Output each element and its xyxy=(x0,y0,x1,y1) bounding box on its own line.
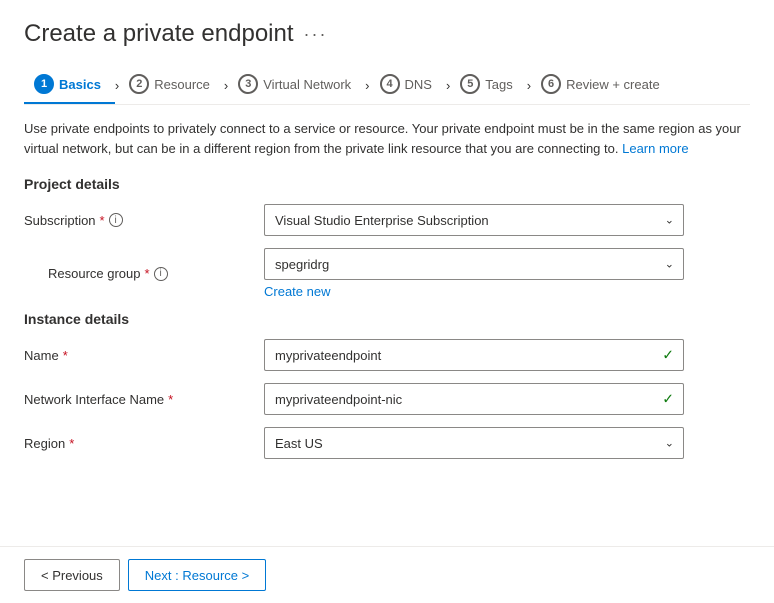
tab-basics[interactable]: 1 Basics xyxy=(24,66,115,104)
region-control: East US ⌄ xyxy=(264,427,684,459)
tab-review-label: Review + create xyxy=(566,77,660,92)
tab-resource[interactable]: 2 Resource xyxy=(119,66,224,104)
page-title-row: Create a private endpoint ··· xyxy=(24,20,750,48)
resource-group-info-icon[interactable]: i xyxy=(154,267,168,281)
project-details-header: Project details xyxy=(24,176,750,192)
tab-virtual-network[interactable]: 3 Virtual Network xyxy=(228,66,365,104)
tab-dns-circle: 4 xyxy=(380,74,400,94)
create-new-link[interactable]: Create new xyxy=(264,284,684,299)
network-interface-label: Network Interface Name * xyxy=(24,392,264,407)
tab-vnet-circle: 3 xyxy=(238,74,258,94)
region-select[interactable]: East US xyxy=(264,427,684,459)
region-row: Region * East US ⌄ xyxy=(24,427,750,459)
footer: < Previous Next : Resource > xyxy=(0,546,774,603)
resource-group-label: Resource group * i xyxy=(24,266,264,281)
subscription-row: Subscription * i Visual Studio Enterpris… xyxy=(24,204,750,236)
resource-group-required: * xyxy=(145,266,150,281)
name-input[interactable] xyxy=(264,339,684,371)
subscription-control: Visual Studio Enterprise Subscription ⌄ xyxy=(264,204,684,236)
tab-tags[interactable]: 5 Tags xyxy=(450,66,526,104)
name-check-icon: ✓ xyxy=(662,347,674,364)
tab-review-circle: 6 xyxy=(541,74,561,94)
subscription-select[interactable]: Visual Studio Enterprise Subscription xyxy=(264,204,684,236)
network-interface-control: ✓ xyxy=(264,383,684,415)
tab-resource-label: Resource xyxy=(154,77,210,92)
region-required: * xyxy=(69,436,74,451)
network-interface-input[interactable] xyxy=(264,383,684,415)
tab-tags-circle: 5 xyxy=(460,74,480,94)
subscription-select-wrapper: Visual Studio Enterprise Subscription ⌄ xyxy=(264,204,684,236)
page-title: Create a private endpoint xyxy=(24,20,294,48)
resource-group-control: spegridrg ⌄ Create new xyxy=(264,248,684,299)
network-interface-row: Network Interface Name * ✓ xyxy=(24,383,750,415)
tab-basics-label: Basics xyxy=(59,77,101,92)
main-content: Create a private endpoint ··· 1 Basics ›… xyxy=(0,0,774,546)
tab-resource-circle: 2 xyxy=(129,74,149,94)
resource-group-select[interactable]: spegridrg xyxy=(264,248,684,280)
learn-more-link[interactable]: Learn more xyxy=(622,141,688,156)
region-label: Region * xyxy=(24,436,264,451)
subscription-required: * xyxy=(100,213,105,228)
tab-basics-circle: 1 xyxy=(34,74,54,94)
tab-vnet-label: Virtual Network xyxy=(263,77,351,92)
instance-details-header: Instance details xyxy=(24,311,750,327)
name-control: ✓ xyxy=(264,339,684,371)
next-button[interactable]: Next : Resource > xyxy=(128,559,266,591)
nic-check-icon: ✓ xyxy=(662,391,674,408)
description-text: Use private endpoints to privately conne… xyxy=(24,119,750,158)
name-input-wrapper: ✓ xyxy=(264,339,684,371)
page-title-dots: ··· xyxy=(304,24,328,45)
subscription-info-icon[interactable]: i xyxy=(109,213,123,227)
region-select-wrapper: East US ⌄ xyxy=(264,427,684,459)
resource-group-select-wrapper: spegridrg ⌄ xyxy=(264,248,684,280)
wizard-tabs: 1 Basics › 2 Resource › 3 Virtual Networ… xyxy=(24,66,750,105)
tab-dns-label: DNS xyxy=(405,77,432,92)
name-required: * xyxy=(63,348,68,363)
page-container: Create a private endpoint ··· 1 Basics ›… xyxy=(0,0,774,603)
resource-group-row: Resource group * i spegridrg ⌄ Create ne… xyxy=(24,248,750,299)
previous-button[interactable]: < Previous xyxy=(24,559,120,591)
name-label: Name * xyxy=(24,348,264,363)
nic-input-wrapper: ✓ xyxy=(264,383,684,415)
name-row: Name * ✓ xyxy=(24,339,750,371)
nic-required: * xyxy=(168,392,173,407)
tab-dns[interactable]: 4 DNS xyxy=(370,66,446,104)
tab-tags-label: Tags xyxy=(485,77,512,92)
tab-review-create[interactable]: 6 Review + create xyxy=(531,66,674,104)
subscription-label: Subscription * i xyxy=(24,213,264,228)
